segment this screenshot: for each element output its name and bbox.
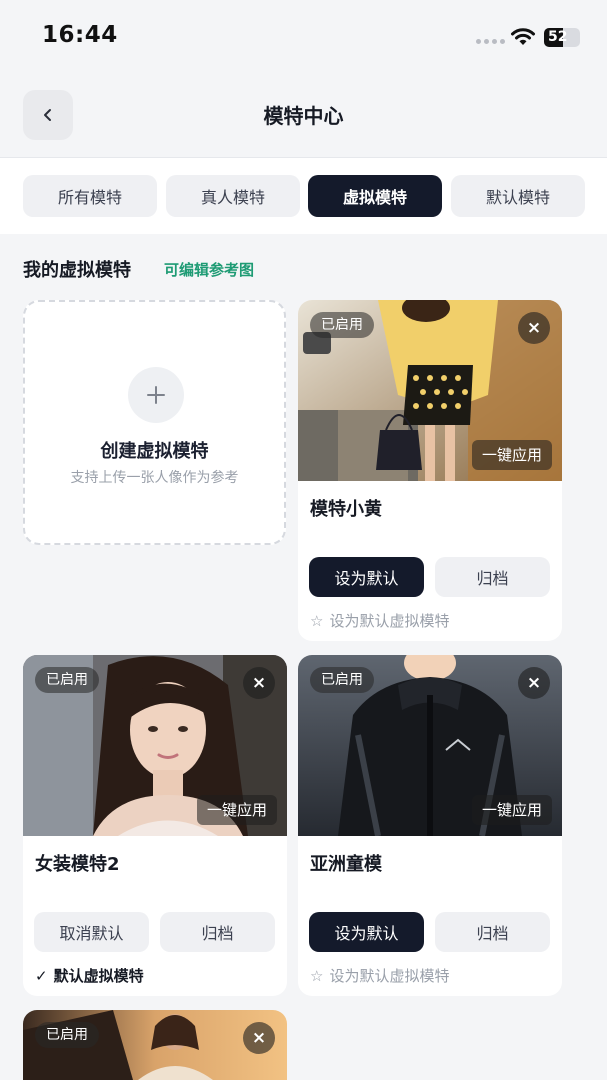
apply-button[interactable]: 一键应用 (471, 795, 552, 825)
default-status-label: 默认虚拟模特 (53, 967, 144, 985)
model-photo: 已启用 × 一键应用 (298, 655, 562, 836)
archive-button[interactable]: 归档 (435, 557, 550, 597)
status-badge: 已启用 (310, 312, 374, 338)
page-header: 模特中心 (0, 70, 607, 158)
set-default-button[interactable]: 设为默认 (309, 912, 424, 952)
model-name: 女装模特2 (35, 854, 120, 875)
archive-button[interactable]: 归档 (435, 912, 550, 952)
close-icon[interactable]: × (518, 667, 550, 699)
default-hint-label: 设为默认虚拟模特 (329, 612, 450, 630)
section-title: 我的虚拟模特 (23, 260, 131, 281)
model-photo: 已启用 × 一键应用 (23, 655, 287, 836)
status-badge: 已启用 (35, 1022, 99, 1048)
close-icon[interactable]: × (518, 312, 550, 344)
create-subtitle: 支持上传一张人像作为参考 (70, 470, 239, 486)
tab-bar: 所有模特 真人模特 虚拟模特 默认模特 (0, 158, 607, 234)
apply-button[interactable]: 一键应用 (471, 440, 552, 470)
checkmark-icon: ✓ (35, 966, 48, 985)
default-status: ✓ 默认虚拟模特 (35, 965, 144, 986)
archive-button[interactable]: 归档 (160, 912, 275, 952)
cancel-default-button[interactable]: 取消默认 (34, 912, 149, 952)
model-card[interactable]: 已启用 × (23, 1010, 287, 1080)
set-default-hint[interactable]: ☆ 设为默认虚拟模特 (310, 965, 449, 986)
model-name: 模特小黄 (310, 499, 382, 520)
cellular-dots-icon (476, 39, 505, 44)
status-time: 16:44 (42, 22, 118, 48)
set-default-button[interactable]: 设为默认 (309, 557, 424, 597)
model-name: 亚洲童模 (310, 854, 382, 875)
create-virtual-model-card[interactable]: 创建虚拟模特 支持上传一张人像作为参考 (23, 300, 286, 545)
star-icon: ☆ (310, 966, 324, 985)
model-card[interactable]: 已启用 × 一键应用 亚洲童模 设为默认 归档 ☆ 设为默认虚拟模特 (298, 655, 562, 996)
close-icon[interactable]: × (243, 667, 275, 699)
status-badge: 已启用 (35, 667, 99, 693)
plus-icon (128, 367, 184, 423)
battery-level: 52 (548, 29, 568, 45)
model-card[interactable]: 已启用 × 一键应用 模特小黄 设为默认 归档 ☆ 设为默认虚拟模特 (298, 300, 562, 641)
model-photo: 已启用 × (23, 1010, 287, 1080)
edit-reference-link[interactable]: 可编辑参考图 (164, 259, 254, 280)
tab-virtual-models[interactable]: 虚拟模特 (308, 175, 442, 217)
tab-real-models[interactable]: 真人模特 (166, 175, 300, 217)
battery-icon: 52 (544, 28, 580, 47)
model-card[interactable]: 已启用 × 一键应用 女装模特2 取消默认 归档 ✓ 默认虚拟模特 (23, 655, 287, 996)
star-icon: ☆ (310, 611, 324, 630)
model-photo: 已启用 × 一键应用 (298, 300, 562, 481)
default-hint-label: 设为默认虚拟模特 (329, 967, 450, 985)
status-badge: 已启用 (310, 667, 374, 693)
wifi-icon (511, 28, 535, 45)
page-title: 模特中心 (263, 104, 344, 128)
create-title: 创建虚拟模特 (100, 441, 209, 462)
status-bar: 16:44 52 (0, 0, 607, 70)
close-icon[interactable]: × (243, 1022, 275, 1054)
set-default-hint[interactable]: ☆ 设为默认虚拟模特 (310, 610, 449, 631)
tab-all-models[interactable]: 所有模特 (23, 175, 157, 217)
apply-button[interactable]: 一键应用 (196, 795, 277, 825)
tab-default-models[interactable]: 默认模特 (451, 175, 585, 217)
